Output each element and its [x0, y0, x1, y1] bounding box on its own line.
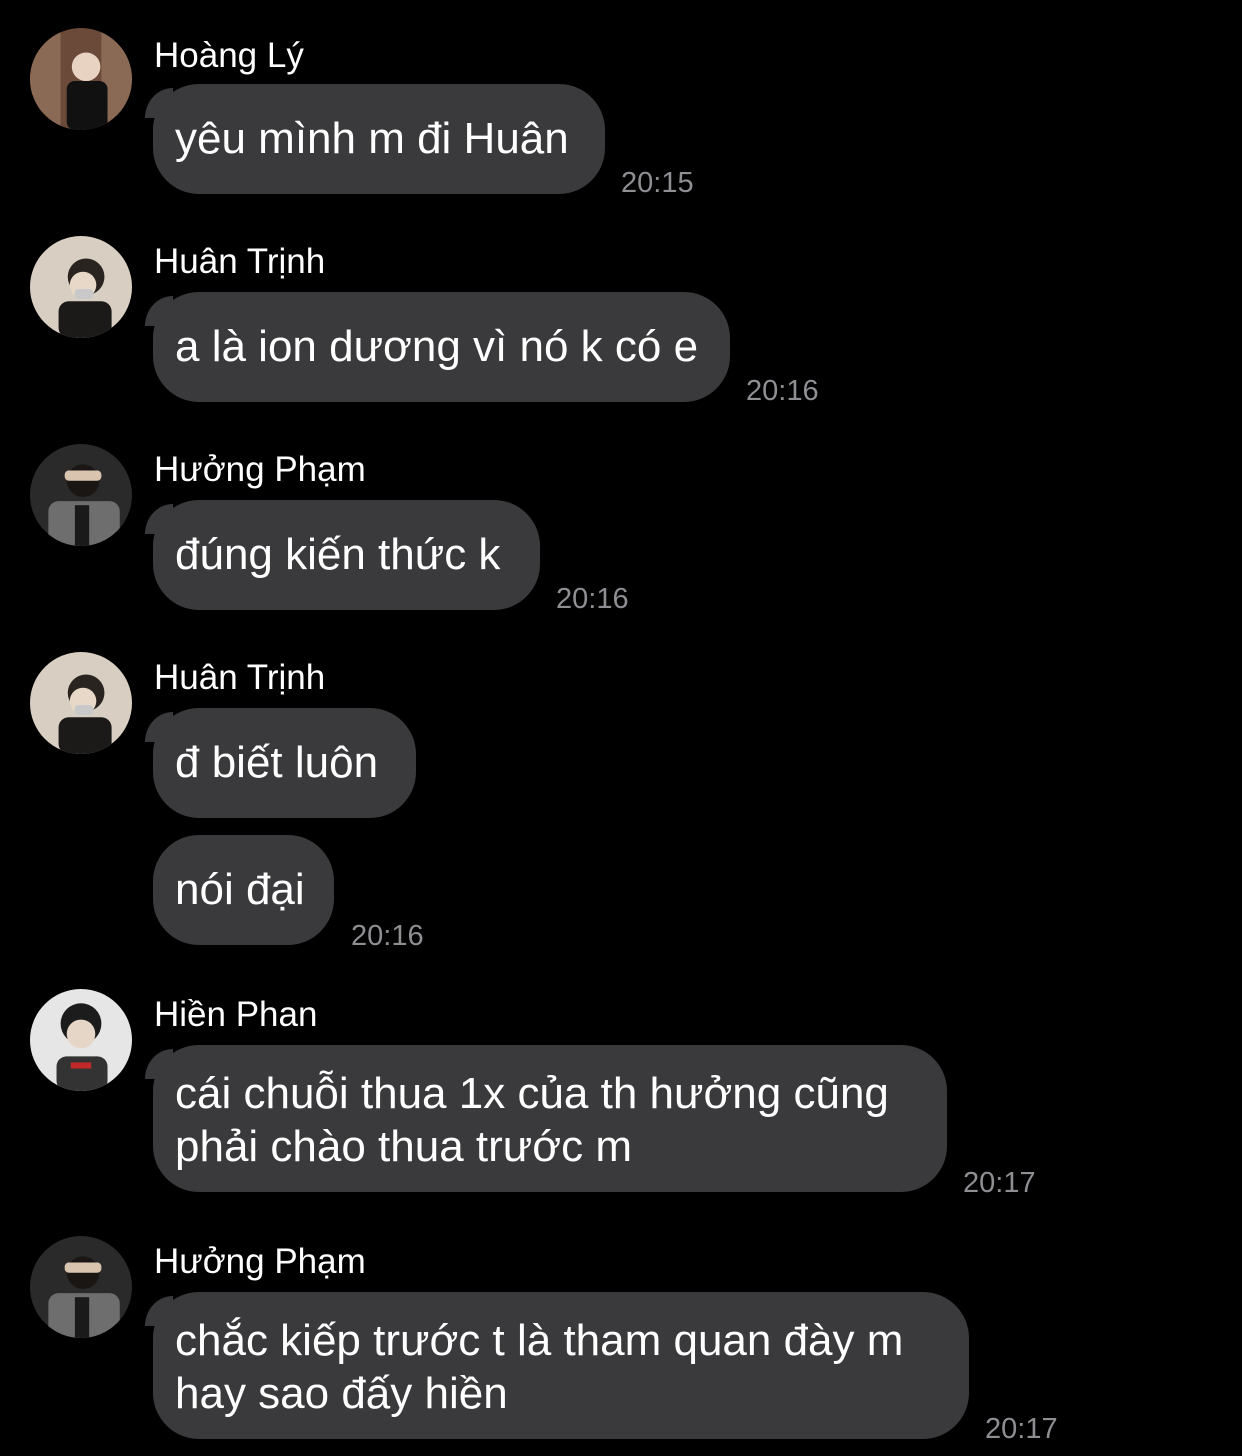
sender-name: Hưởng Phạm: [154, 1242, 366, 1281]
message-text: phải chào thua trước m: [175, 1122, 632, 1171]
message-bubble[interactable]: cái chuỗi thua 1x của th hưởng cũng phải…: [153, 1045, 947, 1192]
message-text: đúng kiến thức k: [175, 530, 501, 579]
message-bubble[interactable]: a là ion dương vì nó k có e: [153, 292, 730, 402]
message-text: hay sao đấy hiền: [175, 1369, 508, 1418]
message-bubble[interactable]: nói đại: [153, 835, 334, 945]
avatar-hoang-ly[interactable]: [30, 28, 132, 130]
sender-name: Hiền Phan: [154, 995, 318, 1034]
message-timestamp: 20:16: [746, 375, 819, 407]
avatar-huong-pham[interactable]: [30, 1236, 132, 1338]
message-timestamp: 20:17: [985, 1413, 1058, 1445]
message-bubble[interactable]: yêu mình m đi Huân: [153, 84, 605, 194]
message-text: nói đại: [175, 865, 305, 914]
message-timestamp: 20:16: [351, 920, 424, 952]
sender-name: Hưởng Phạm: [154, 450, 366, 489]
message-bubble[interactable]: đúng kiến thức k: [153, 500, 540, 610]
avatar-hien-phan[interactable]: [30, 989, 132, 1091]
avatar-huan-trinh[interactable]: [30, 236, 132, 338]
message-text: đ biết luôn: [175, 738, 379, 787]
message-text: yêu mình m đi Huân: [175, 114, 569, 163]
avatar-huan-trinh[interactable]: [30, 652, 132, 754]
sender-name: Huân Trịnh: [154, 658, 326, 697]
message-bubble[interactable]: đ biết luôn: [153, 708, 416, 818]
message-bubble[interactable]: chắc kiếp trước t là tham quan đày m hay…: [153, 1292, 969, 1439]
message-text: a là ion dương vì nó k có e: [175, 322, 699, 371]
message-timestamp: 20:17: [963, 1167, 1036, 1199]
message-text: chắc kiếp trước t là tham quan đày m: [175, 1316, 904, 1365]
sender-name: Huân Trịnh: [154, 242, 326, 281]
message-timestamp: 20:16: [556, 583, 629, 615]
sender-name: Hoàng Lý: [154, 36, 304, 75]
message-timestamp: 20:15: [621, 167, 694, 199]
message-text: cái chuỗi thua 1x của th hưởng cũng: [175, 1069, 889, 1118]
avatar-huong-pham[interactable]: [30, 444, 132, 546]
